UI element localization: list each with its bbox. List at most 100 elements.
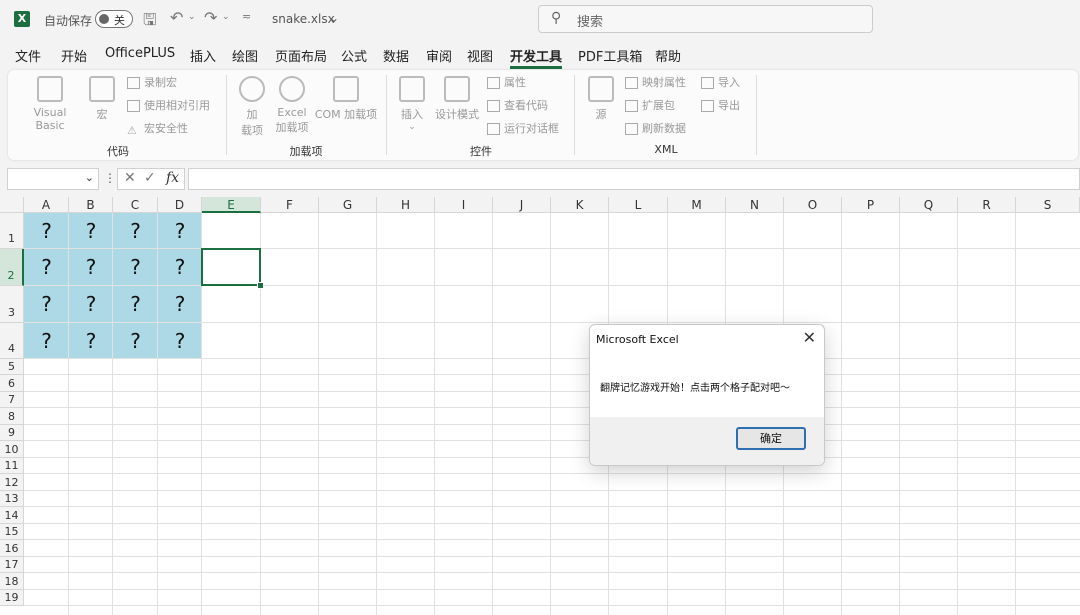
card-cell-d1[interactable]: ? [158, 213, 202, 249]
row-header-15[interactable]: 15 [0, 524, 24, 540]
design-mode-button[interactable]: 设计模式 [433, 76, 481, 122]
column-header-j[interactable]: J [493, 197, 551, 213]
card-cell-d2[interactable]: ? [158, 249, 202, 286]
column-header-k[interactable]: K [551, 197, 609, 213]
row-header-1[interactable]: 1 [0, 213, 24, 249]
relative-reference-button[interactable]: 使用相对引用 [127, 98, 210, 114]
enter-icon[interactable]: ✓ [144, 170, 156, 186]
column-header-h[interactable]: H [377, 197, 435, 213]
tab-help[interactable]: 帮助 [655, 46, 681, 66]
tab-insert[interactable]: 插入 [190, 46, 216, 66]
card-cell-b4[interactable]: ? [69, 323, 113, 359]
card-cell-b2[interactable]: ? [69, 249, 113, 286]
column-header-m[interactable]: M [668, 197, 726, 213]
formula-input[interactable] [188, 168, 1080, 190]
row-header-17[interactable]: 17 [0, 557, 24, 573]
column-header-e[interactable]: E [202, 197, 261, 213]
column-header-b[interactable]: B [69, 197, 113, 213]
file-name[interactable]: snake.xlsx [272, 12, 335, 26]
row-header-13[interactable]: 13 [0, 491, 24, 507]
column-header-s[interactable]: S [1016, 197, 1080, 213]
tab-draw[interactable]: 绘图 [232, 46, 258, 66]
card-cell-d4[interactable]: ? [158, 323, 202, 359]
row-header-5[interactable]: 5 [0, 359, 24, 375]
map-properties-button[interactable]: 映射属性 [625, 75, 686, 91]
row-header-12[interactable]: 12 [0, 474, 24, 491]
tab-view[interactable]: 视图 [467, 46, 493, 66]
excel-addins-button[interactable]: Excel 加载项 [272, 76, 312, 135]
row-header-9[interactable]: 9 [0, 425, 24, 441]
name-box[interactable]: ⌄ [7, 168, 99, 190]
insert-control-button[interactable]: 插入 ⌄ [397, 76, 427, 132]
xml-source-button[interactable]: 源 [586, 76, 616, 122]
row-header-2[interactable]: 2 [0, 249, 24, 286]
card-cell-d3[interactable]: ? [158, 286, 202, 323]
column-header-c[interactable]: C [113, 197, 158, 213]
row-header-3[interactable]: 3 [0, 286, 24, 323]
undo-icon[interactable]: ↶ [170, 8, 183, 27]
redo-dropdown-icon[interactable]: ⌄ [222, 12, 230, 22]
card-cell-b1[interactable]: ? [69, 213, 113, 249]
insert-function-icon[interactable]: fx [166, 170, 179, 186]
column-header-d[interactable]: D [158, 197, 202, 213]
row-header-14[interactable]: 14 [0, 507, 24, 524]
card-cell-a3[interactable]: ? [24, 286, 69, 323]
active-cell-e2[interactable] [201, 248, 261, 286]
save-icon[interactable]: 🖫 [143, 9, 157, 36]
column-header-a[interactable]: A [24, 197, 69, 213]
tab-review[interactable]: 审阅 [426, 46, 452, 66]
row-header-16[interactable]: 16 [0, 540, 24, 557]
column-header-g[interactable]: G [319, 197, 377, 213]
cancel-icon[interactable]: ✕ [124, 170, 136, 186]
column-header-l[interactable]: L [609, 197, 668, 213]
tab-page-layout[interactable]: 页面布局 [275, 46, 327, 66]
column-header-f[interactable]: F [261, 197, 319, 213]
refresh-data-button[interactable]: 刷新数据 [625, 121, 686, 137]
visual-basic-button[interactable]: Visual Basic [18, 76, 82, 132]
card-cell-c4[interactable]: ? [113, 323, 158, 359]
select-all-corner[interactable] [0, 197, 24, 213]
column-header-o[interactable]: O [784, 197, 842, 213]
addins-button[interactable]: 加 载项 [236, 76, 268, 138]
chevron-down-icon[interactable]: ⌄ [85, 171, 94, 184]
column-header-i[interactable]: I [435, 197, 493, 213]
view-code-button[interactable]: 查看代码 [487, 98, 548, 114]
tab-formulas[interactable]: 公式 [341, 46, 367, 66]
more-options-icon[interactable]: ⋮ [104, 171, 116, 185]
card-cell-a4[interactable]: ? [24, 323, 69, 359]
autosave-toggle[interactable]: 关 [95, 10, 133, 28]
row-header-18[interactable]: 18 [0, 573, 24, 590]
record-macro-button[interactable]: 录制宏 [127, 75, 177, 91]
row-header-10[interactable]: 10 [0, 441, 24, 458]
column-header-p[interactable]: P [842, 197, 900, 213]
tab-developer[interactable]: 开发工具 [510, 46, 563, 69]
customize-qat-icon[interactable]: ≂ [242, 10, 251, 23]
properties-button[interactable]: 属性 [487, 75, 526, 91]
column-header-q[interactable]: Q [900, 197, 958, 213]
xml-import-button[interactable]: 导入 [701, 75, 740, 91]
card-cell-a1[interactable]: ? [24, 213, 69, 249]
run-dialog-button[interactable]: 运行对话框 [487, 121, 559, 137]
tab-pdf-tools[interactable]: PDF工具箱 [578, 46, 642, 66]
row-header-19[interactable]: 19 [0, 590, 24, 606]
row-header-6[interactable]: 6 [0, 375, 24, 392]
macros-button[interactable]: 宏 [86, 76, 118, 122]
search-box[interactable]: ⚲ 搜索 [538, 5, 873, 33]
worksheet-grid[interactable]: A B C D E F G H I J K L M N O P Q R S 1 … [0, 197, 1080, 615]
tab-file[interactable]: 文件 [15, 46, 41, 66]
macro-security-button[interactable]: ⚠ 宏安全性 [127, 121, 188, 137]
column-header-n[interactable]: N [726, 197, 784, 213]
ok-button[interactable]: 确定 [736, 427, 806, 450]
close-icon[interactable]: ✕ [803, 328, 816, 347]
filename-chevron-icon[interactable]: ⌄ [329, 11, 339, 25]
redo-icon[interactable]: ↷ [204, 8, 217, 27]
row-header-7[interactable]: 7 [0, 392, 24, 408]
card-cell-b3[interactable]: ? [69, 286, 113, 323]
card-cell-c2[interactable]: ? [113, 249, 158, 286]
row-header-11[interactable]: 11 [0, 458, 24, 474]
tab-data[interactable]: 数据 [383, 46, 409, 66]
fill-handle[interactable] [257, 282, 264, 289]
tab-officeplus[interactable]: OfficePLUS [105, 46, 175, 66]
row-header-8[interactable]: 8 [0, 408, 24, 425]
column-header-r[interactable]: R [958, 197, 1016, 213]
